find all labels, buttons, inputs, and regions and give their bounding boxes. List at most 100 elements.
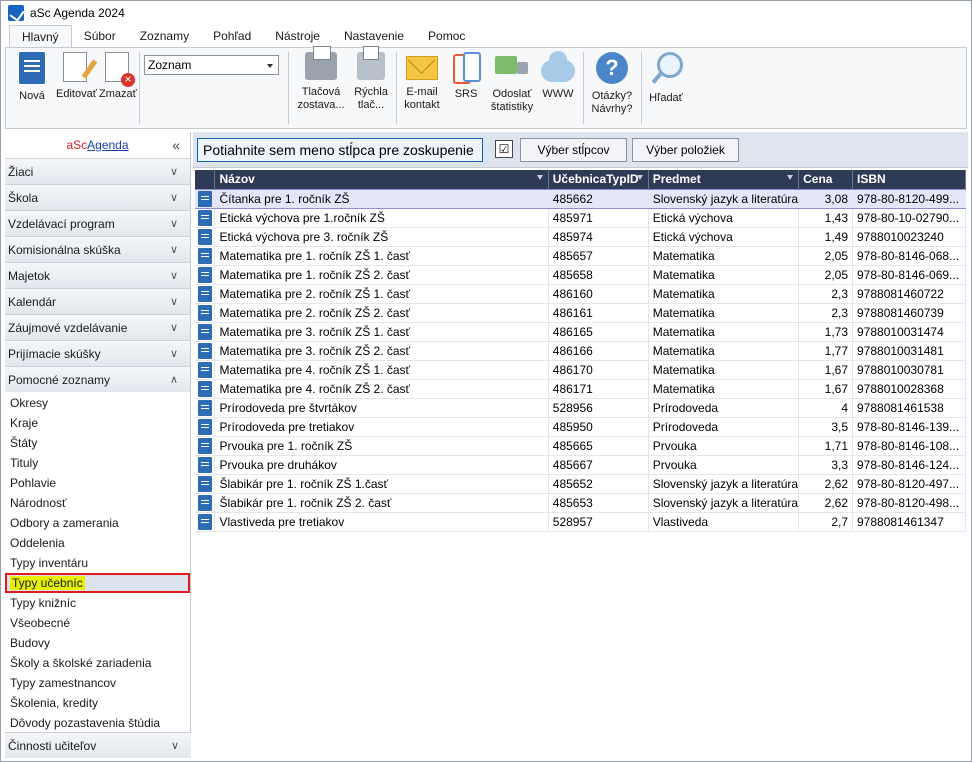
sidebar-group-komisionalna-skuska[interactable]: Komisionálna skúška ∨: [5, 236, 190, 262]
sidebar-item-staty[interactable]: Štáty: [5, 433, 190, 453]
cell-isbn[interactable]: 978-80-8146-139...: [852, 417, 966, 437]
cell-predmet[interactable]: Prírodoveda: [648, 417, 800, 437]
cell-predmet[interactable]: Etická výchova: [648, 208, 800, 228]
table-row[interactable]: Matematika pre 4. ročník ZŠ 2. časť 48617…: [195, 379, 966, 399]
cell-ucebnicatypid[interactable]: 528957: [548, 512, 649, 532]
cell-nazov[interactable]: Matematika pre 3. ročník ZŠ 2. časť: [214, 341, 549, 361]
cell-predmet[interactable]: Vlastiveda: [648, 512, 800, 532]
cell-nazov[interactable]: Prírodoveda pre tretiakov: [214, 417, 549, 437]
cell-cena[interactable]: 1,73: [798, 322, 853, 342]
sidebar-item-typy-inventaru[interactable]: Typy inventáru: [5, 553, 190, 573]
sidebar-item-typy-kniznic[interactable]: Typy knižníc: [5, 593, 190, 613]
cell-isbn[interactable]: 9788081461347: [852, 512, 966, 532]
sidebar-group-prijimacie-skusky[interactable]: Prijímacie skúšky ∨: [5, 340, 190, 366]
cell-isbn[interactable]: 978-80-8146-068...: [852, 246, 966, 266]
cell-nazov[interactable]: Prírodoveda pre štvrtákov: [214, 398, 549, 418]
cell-cena[interactable]: 3,3: [798, 455, 853, 475]
table-row[interactable]: Prírodoveda pre tretiakov 485950 Prírodove…: [195, 417, 966, 437]
cell-ucebnicatypid[interactable]: 486161: [548, 303, 649, 323]
table-row[interactable]: Šlabikár pre 1. ročník ZŠ 1.časť 485652 Sl…: [195, 474, 966, 494]
choose-items-button[interactable]: Výber položiek: [632, 138, 739, 162]
srs-button[interactable]: SRS: [450, 52, 482, 101]
sidebar-group-zaujmove-vzdelavanie[interactable]: Záujmové vzdelávanie ∨: [5, 314, 190, 340]
table-row[interactable]: Vlastiveda pre tretiakov 528957 Vlastiveda…: [195, 512, 966, 532]
sidebar-group-vzdelavaci-program[interactable]: Vzdelávací program ∨: [5, 210, 190, 236]
cell-ucebnicatypid[interactable]: 528956: [548, 398, 649, 418]
cell-cena[interactable]: 2,3: [798, 284, 853, 304]
cell-predmet[interactable]: Slovenský jazyk a literatúra: [648, 188, 800, 209]
cell-cena[interactable]: 1,43: [798, 208, 853, 228]
tab-zoznamy[interactable]: Zoznamy: [128, 25, 201, 47]
cell-nazov[interactable]: Matematika pre 1. ročník ZŠ 2. časť: [214, 265, 549, 285]
cell-predmet[interactable]: Matematika: [648, 246, 800, 266]
brand-agenda[interactable]: Agenda: [87, 138, 128, 152]
sidebar-item-dovody[interactable]: Dôvody pozastavenia štúdia: [5, 713, 190, 733]
sidebar-group-majetok[interactable]: Majetok ∨: [5, 262, 190, 288]
cell-ucebnicatypid[interactable]: 485658: [548, 265, 649, 285]
cell-predmet[interactable]: Prvouka: [648, 455, 800, 475]
cell-isbn[interactable]: 9788010030781: [852, 360, 966, 380]
cell-ucebnicatypid[interactable]: 485657: [548, 246, 649, 266]
table-row[interactable]: Etická výchova pre 3. ročník ZŠ 485974 Eti…: [195, 227, 966, 247]
sidebar-item-typy-ucebnic[interactable]: Typy učebníc: [5, 573, 190, 593]
cell-cena[interactable]: 4: [798, 398, 853, 418]
list-combo[interactable]: Zoznam: [144, 55, 279, 75]
cell-ucebnicatypid[interactable]: 485653: [548, 493, 649, 513]
cell-isbn[interactable]: 9788010031481: [852, 341, 966, 361]
sidebar-group-ziaci[interactable]: Žiaci ∨: [5, 158, 190, 184]
search-button[interactable]: Hľadať: [646, 52, 686, 105]
cell-nazov[interactable]: Matematika pre 2. ročník ZŠ 1. časť: [214, 284, 549, 304]
cell-cena[interactable]: 2,05: [798, 246, 853, 266]
checkbox-toggle[interactable]: ☑: [495, 140, 513, 158]
brand-asc[interactable]: aSc: [66, 138, 87, 152]
cell-predmet[interactable]: Matematika: [648, 303, 800, 323]
sidebar-group-skola[interactable]: Škola ∨: [5, 184, 190, 210]
cell-nazov[interactable]: Matematika pre 1. ročník ZŠ 1. časť: [214, 246, 549, 266]
cell-predmet[interactable]: Etická výchova: [648, 227, 800, 247]
delete-button[interactable]: Zmazať: [99, 52, 137, 101]
cell-predmet[interactable]: Matematika: [648, 265, 800, 285]
tab-nastroje[interactable]: Nástroje: [263, 25, 332, 47]
cell-nazov[interactable]: Matematika pre 2. ročník ZŠ 2. časť: [214, 303, 549, 323]
cell-cena[interactable]: 1,71: [798, 436, 853, 456]
table-row[interactable]: Matematika pre 1. ročník ZŠ 1. časť 48565…: [195, 246, 966, 266]
sidebar-item-oddelenia[interactable]: Oddelenia: [5, 533, 190, 553]
sidebar-item-tituly[interactable]: Tituly: [5, 453, 190, 473]
table-row[interactable]: Matematika pre 4. ročník ZŠ 1. časť 48617…: [195, 360, 966, 380]
email-contact-button[interactable]: E-mail kontakt: [402, 52, 442, 112]
print-report-button[interactable]: Tlačová zostava...: [296, 46, 346, 112]
table-row[interactable]: Matematika pre 2. ročník ZŠ 1. časť 48616…: [195, 284, 966, 304]
table-row[interactable]: Matematika pre 2. ročník ZŠ 2. časť 48616…: [195, 303, 966, 323]
sidebar-item-pohlavie[interactable]: Pohlavie: [5, 473, 190, 493]
cell-cena[interactable]: 1,67: [798, 360, 853, 380]
sidebar-group-cinnosti-ucitelov[interactable]: Činnosti učiteľov ∨: [5, 732, 191, 758]
cell-cena[interactable]: 3,08: [798, 188, 853, 209]
cell-nazov[interactable]: Prvouka pre druhákov: [214, 455, 549, 475]
column-header-isbn[interactable]: ISBN: [852, 170, 966, 189]
sidebar-item-skolenia[interactable]: Školenia, kredity: [5, 693, 190, 713]
cell-ucebnicatypid[interactable]: 485665: [548, 436, 649, 456]
tab-subor[interactable]: Súbor: [72, 25, 128, 47]
cell-cena[interactable]: 1,67: [798, 379, 853, 399]
cell-isbn[interactable]: 978-80-8120-498...: [852, 493, 966, 513]
sidebar-item-odbory[interactable]: Odbory a zamerania: [5, 513, 190, 533]
sidebar-item-okresy[interactable]: Okresy: [5, 393, 190, 413]
tab-pomoc[interactable]: Pomoc: [416, 25, 477, 47]
cell-ucebnicatypid[interactable]: 486171: [548, 379, 649, 399]
table-row[interactable]: Etická výchova pre 1.ročník ZŠ 485971 Etic…: [195, 208, 966, 228]
cell-ucebnicatypid[interactable]: 486170: [548, 360, 649, 380]
sidebar-item-kraje[interactable]: Kraje: [5, 413, 190, 433]
table-row[interactable]: Matematika pre 3. ročník ZŠ 1. časť 48616…: [195, 322, 966, 342]
sidebar-item-budovy[interactable]: Budovy: [5, 633, 190, 653]
cell-isbn[interactable]: 978-80-8146-124...: [852, 455, 966, 475]
cell-ucebnicatypid[interactable]: 486165: [548, 322, 649, 342]
table-row[interactable]: Čítanka pre 1. ročník ZŠ 485662 Slovenský …: [195, 188, 966, 209]
cell-predmet[interactable]: Matematika: [648, 360, 800, 380]
cell-isbn[interactable]: 978-80-8120-497...: [852, 474, 966, 494]
cell-ucebnicatypid[interactable]: 485950: [548, 417, 649, 437]
cell-predmet[interactable]: Matematika: [648, 322, 800, 342]
cell-isbn[interactable]: 9788010031474: [852, 322, 966, 342]
cell-ucebnicatypid[interactable]: 486160: [548, 284, 649, 304]
cell-isbn[interactable]: 978-80-8146-108...: [852, 436, 966, 456]
cell-isbn[interactable]: 978-80-8120-499...: [852, 188, 966, 209]
